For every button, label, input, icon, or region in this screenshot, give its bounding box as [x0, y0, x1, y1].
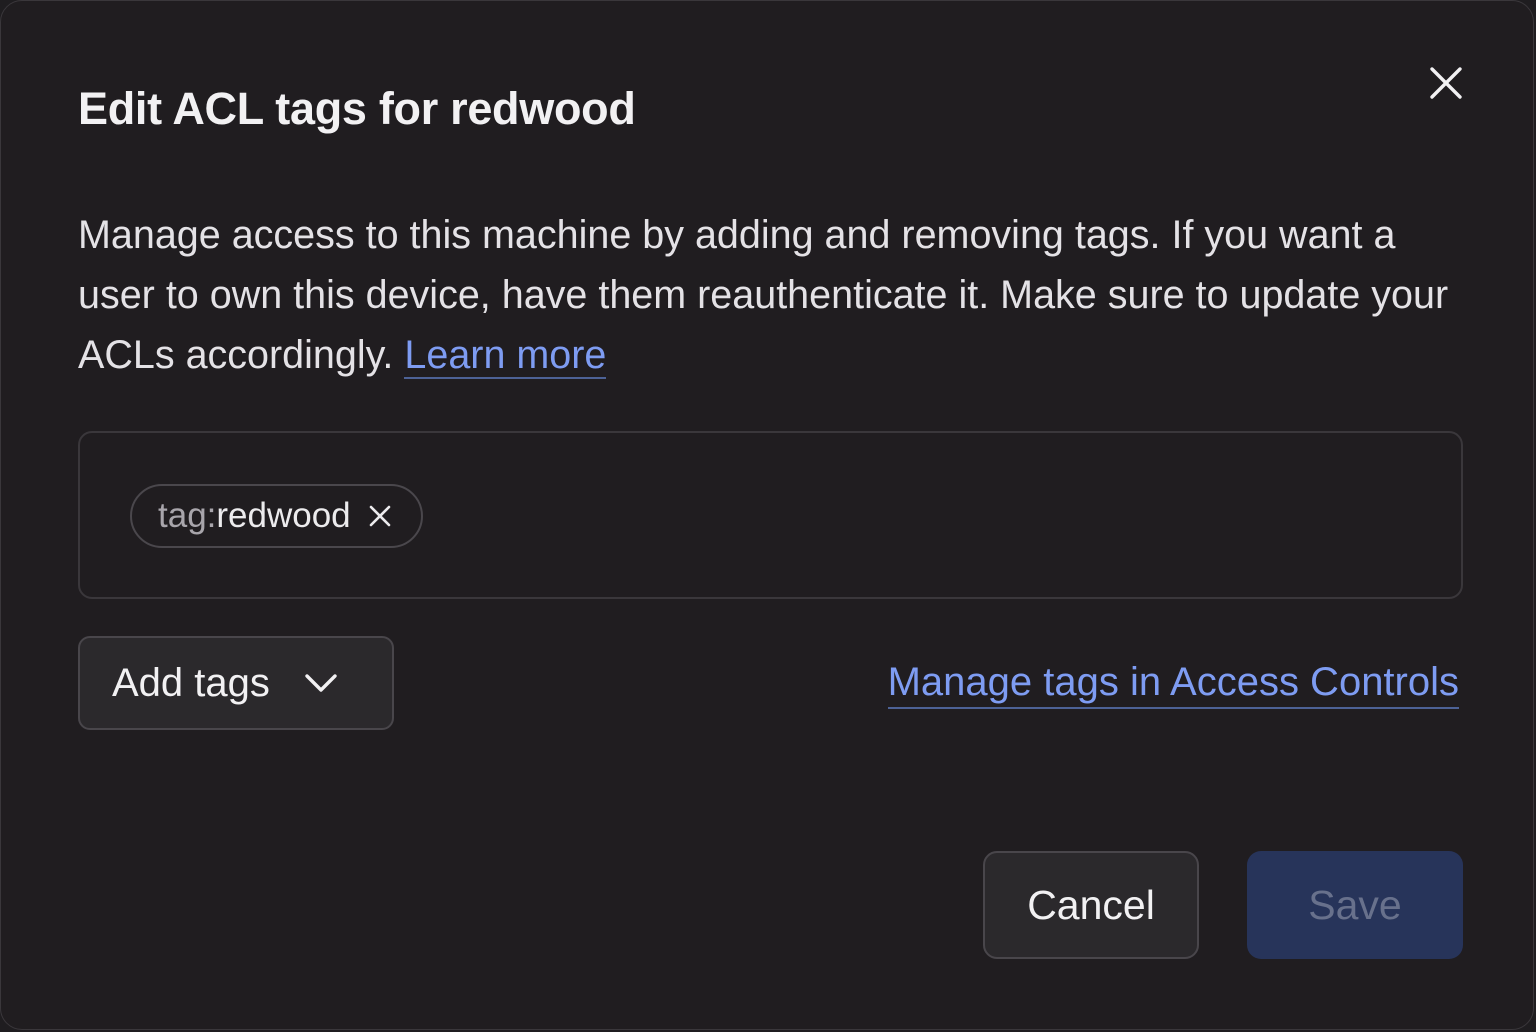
description-text: Manage access to this machine by adding … — [78, 213, 1449, 377]
save-button[interactable]: Save — [1247, 851, 1463, 959]
cancel-button[interactable]: Cancel — [983, 851, 1199, 959]
manage-tags-link[interactable]: Manage tags in Access Controls — [887, 657, 1459, 709]
tag-chip: tag: redwood — [130, 484, 423, 548]
close-icon — [369, 505, 390, 527]
remove-tag-button[interactable] — [369, 505, 391, 527]
add-tags-dropdown[interactable]: Add tags — [78, 636, 394, 730]
chevron-down-icon — [304, 673, 338, 693]
add-tags-label: Add tags — [112, 660, 270, 705]
learn-more-link[interactable]: Learn more — [404, 333, 607, 379]
close-icon — [1430, 67, 1462, 99]
dialog-description: Manage access to this machine by adding … — [78, 205, 1468, 385]
edit-acl-tags-dialog: Edit ACL tags for redwood Manage access … — [0, 0, 1534, 1030]
tag-prefix: tag: — [158, 496, 217, 535]
dialog-title: Edit ACL tags for redwood — [78, 83, 636, 134]
tag-list-box: tag: redwood — [78, 431, 1463, 599]
close-button[interactable] — [1422, 59, 1470, 107]
tag-name: redwood — [216, 496, 351, 535]
